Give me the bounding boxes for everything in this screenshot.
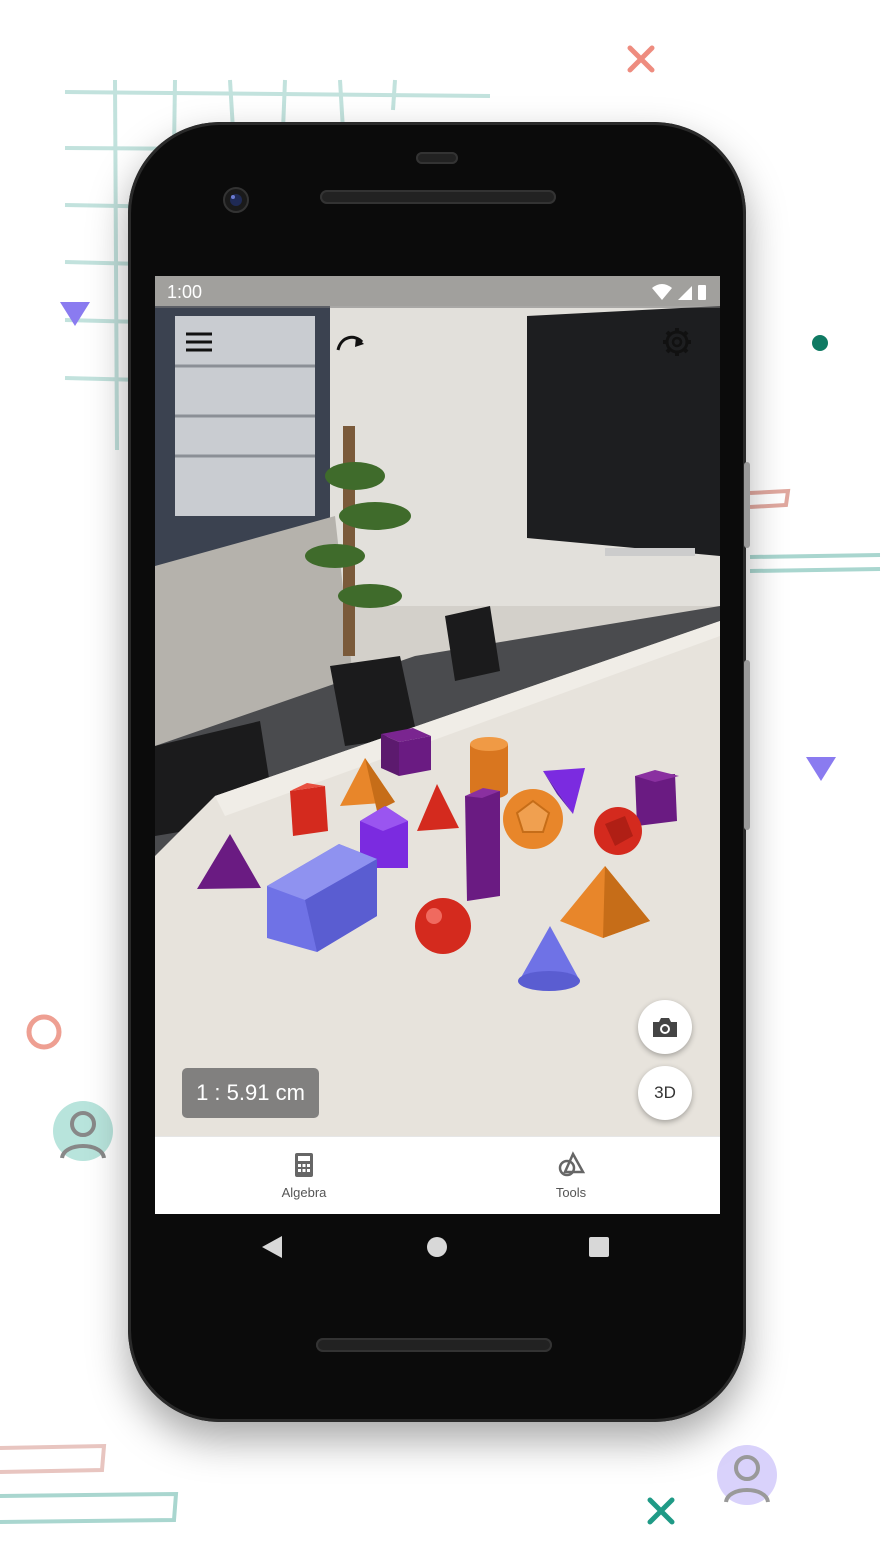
back-triangle-icon[interactable] [260, 1234, 284, 1260]
status-icons [650, 282, 710, 307]
hamburger-menu-icon [186, 332, 212, 352]
ar-camera-scene[interactable] [155, 276, 720, 1136]
circle-decoration-icon [26, 1014, 62, 1050]
bottom-stripe-decoration [0, 1443, 179, 1524]
nav-tools-label: Tools [555, 1185, 587, 1200]
view-3d-button[interactable]: 3D [638, 1066, 692, 1120]
phone-power-button [744, 660, 750, 830]
dot-decoration-icon [812, 335, 828, 351]
gear-icon [663, 328, 691, 356]
status-time: 1:00 [167, 282, 203, 302]
scale-indicator: 1 : 5.91 cm [182, 1068, 319, 1118]
camera-capture-button[interactable] [638, 1000, 692, 1054]
recents-square-icon[interactable] [588, 1236, 610, 1258]
front-camera [223, 187, 249, 213]
settings-button[interactable] [657, 322, 697, 362]
camera-icon [653, 1018, 677, 1037]
user-avatar-decoration-icon-2 [717, 1445, 777, 1505]
nav-algebra-label: Algebra [281, 1185, 327, 1200]
menu-button[interactable] [179, 322, 219, 362]
redo-arrow-icon [336, 335, 364, 351]
phone-volume-button [744, 462, 750, 548]
close-x-decoration-icon-2 [647, 1497, 675, 1525]
user-avatar-decoration-icon [53, 1101, 113, 1161]
geometry-tools-icon [558, 1151, 586, 1177]
redo-button[interactable] [331, 322, 371, 362]
triangle-decoration-icon [60, 302, 90, 326]
bottom-navigation: Algebra Tools [155, 1136, 720, 1214]
sensor-slot [416, 152, 458, 164]
calculator-icon [295, 1153, 313, 1177]
triangle-decoration-icon-2 [806, 757, 836, 781]
ar-screen: 1:00 1 : 5.91 cm 3D Algebra Tools [155, 276, 720, 1214]
close-x-decoration-icon [627, 45, 655, 73]
stripe-decoration [749, 488, 881, 573]
nav-tools[interactable]: Tools [506, 1137, 636, 1214]
home-circle-icon[interactable] [425, 1235, 449, 1259]
status-bar: 1:00 [155, 276, 720, 308]
bottom-speaker [316, 1338, 552, 1352]
signal-battery-icon [652, 284, 706, 300]
nav-algebra[interactable]: Algebra [239, 1137, 369, 1214]
top-speaker [320, 190, 556, 204]
